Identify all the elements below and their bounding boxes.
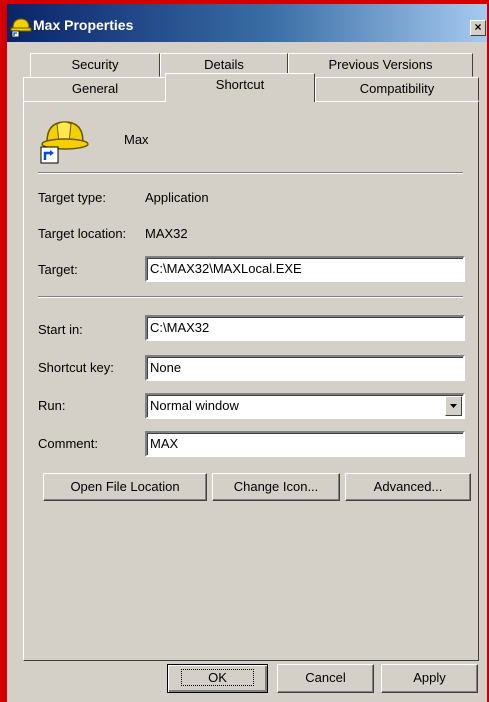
run-select[interactable]: Normal window — [145, 393, 465, 419]
tab-compatibility[interactable]: Compatibility — [315, 77, 479, 101]
apply-button[interactable]: Apply — [381, 664, 478, 693]
window-frame-left — [0, 0, 7, 702]
window-title: Max Properties — [33, 17, 134, 33]
start-in-input[interactable]: C:\MAX32 — [145, 315, 465, 341]
comment-label: Comment: — [38, 436, 98, 451]
shortcut-key-input[interactable]: None — [145, 355, 465, 381]
shortcut-name: Max — [124, 132, 149, 147]
comment-input[interactable]: MAX — [145, 431, 465, 457]
title-bar[interactable]: Max Properties × — [7, 4, 487, 42]
close-icon[interactable]: × — [470, 20, 486, 36]
shortcut-key-label: Shortcut key: — [38, 360, 114, 375]
target-type-label: Target type: — [38, 190, 106, 205]
open-file-location-button[interactable]: Open File Location — [43, 473, 207, 501]
ok-button[interactable]: OK — [167, 664, 268, 693]
run-label: Run: — [38, 398, 66, 413]
ok-button-label: OK — [181, 669, 254, 686]
tab-previous-versions[interactable]: Previous Versions — [288, 53, 473, 77]
separator-middle — [38, 296, 463, 298]
cancel-button[interactable]: Cancel — [277, 664, 374, 693]
hardhat-app-icon — [10, 18, 32, 37]
tab-general[interactable]: General — [23, 77, 167, 101]
tab-security[interactable]: Security — [30, 53, 160, 77]
target-type-value: Application — [145, 190, 209, 205]
advanced-button[interactable]: Advanced... — [345, 473, 471, 501]
hardhat-shortcut-icon — [40, 121, 89, 164]
target-input[interactable]: C:\MAX32\MAXLocal.EXE — [145, 256, 465, 282]
tab-shortcut[interactable]: Shortcut — [165, 73, 315, 102]
run-select-value: Normal window — [150, 398, 239, 413]
change-icon-button[interactable]: Change Icon... — [212, 473, 340, 501]
target-location-value: MAX32 — [145, 226, 188, 241]
chevron-down-icon[interactable] — [445, 396, 462, 416]
start-in-label: Start in: — [38, 322, 83, 337]
separator-top — [38, 172, 463, 174]
target-label: Target: — [38, 262, 78, 277]
target-location-label: Target location: — [38, 226, 127, 241]
shortcut-panel: Max Target type: Application Target loca… — [23, 101, 479, 661]
